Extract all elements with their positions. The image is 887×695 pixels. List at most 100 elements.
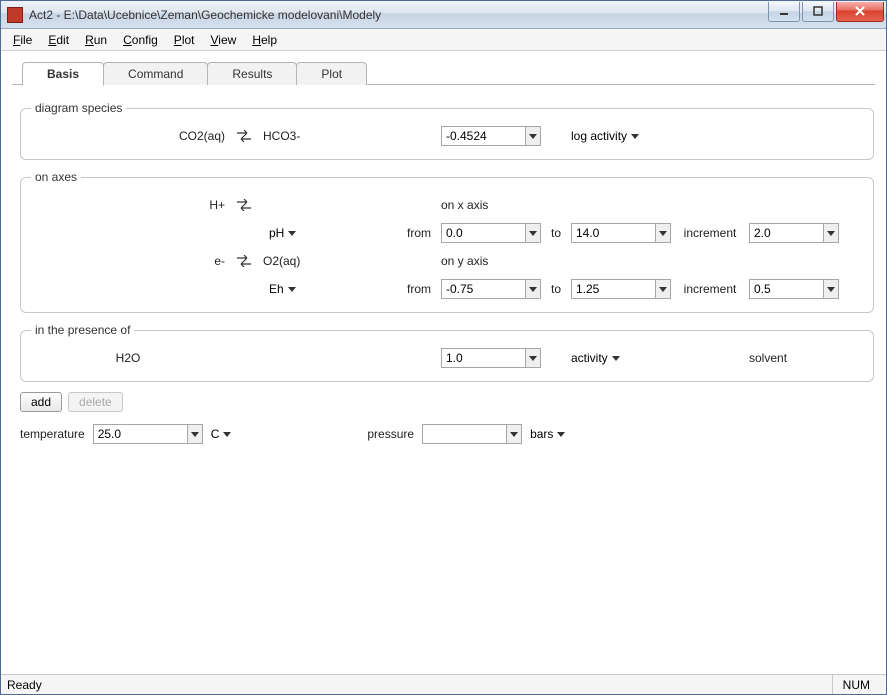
y-swap-to[interactable]: O2(aq) xyxy=(263,254,373,268)
x-inc-combo[interactable] xyxy=(749,223,839,243)
diagram-basis-label: log activity xyxy=(571,129,627,143)
chevron-down-icon xyxy=(612,356,620,361)
y-unit-label: Eh xyxy=(269,282,284,296)
legend-on-axes: on axes xyxy=(31,170,81,184)
tab-basis[interactable]: Basis xyxy=(22,62,104,86)
presence-basis-dropdown[interactable]: activity xyxy=(571,351,671,365)
close-button[interactable] xyxy=(836,2,884,22)
presence-basis-label: activity xyxy=(571,351,608,365)
y-axis-label: on y axis xyxy=(441,254,541,268)
window-controls xyxy=(768,2,884,22)
y-inc-combo[interactable] xyxy=(749,279,839,299)
y-unit-dropdown[interactable]: Eh xyxy=(263,282,373,296)
x-from-label: from xyxy=(377,226,437,240)
legend-diagram-species: diagram species xyxy=(31,101,126,115)
diagram-species-label[interactable]: CO2(aq) xyxy=(31,129,231,143)
diagram-swap-to[interactable]: HCO3- xyxy=(263,129,373,143)
diagram-value-input[interactable] xyxy=(441,126,525,146)
y-from-dropdown[interactable] xyxy=(525,279,541,299)
group-on-axes: on axes H+ on x axis pH from xyxy=(20,170,874,313)
y-inc-dropdown[interactable] xyxy=(823,279,839,299)
pressure-unit-label: bars xyxy=(530,427,553,441)
temp-pressure-row: temperature C pressure bars xyxy=(20,424,867,444)
y-from-combo[interactable] xyxy=(441,279,541,299)
x-to-label: to xyxy=(545,226,567,240)
temperature-combo[interactable] xyxy=(93,424,203,444)
tab-command[interactable]: Command xyxy=(103,62,208,85)
y-to-dropdown[interactable] xyxy=(655,279,671,299)
titlebar: Act2 - E:\Data\Ucebnice\Zeman\Geochemick… xyxy=(1,1,886,29)
y-species-label[interactable]: e- xyxy=(31,254,231,268)
pressure-dropdown[interactable] xyxy=(506,424,522,444)
temperature-unit-label: C xyxy=(211,427,220,441)
y-from-input[interactable] xyxy=(441,279,525,299)
x-inc-dropdown[interactable] xyxy=(823,223,839,243)
pressure-unit-dropdown[interactable]: bars xyxy=(530,427,565,441)
close-icon xyxy=(854,6,866,16)
basis-panel: diagram species CO2(aq) HCO3- log activi… xyxy=(2,85,885,454)
group-diagram-species: diagram species CO2(aq) HCO3- log activi… xyxy=(20,101,874,160)
y-axis-species-row: e- O2(aq) on y axis xyxy=(31,248,863,274)
minimize-button[interactable] xyxy=(768,2,800,22)
add-button[interactable]: add xyxy=(20,392,62,412)
presence-row: H2O activity solvent xyxy=(31,345,863,371)
y-inc-label: increment xyxy=(675,282,745,296)
menu-plot[interactable]: Plot xyxy=(166,31,203,49)
menu-config[interactable]: Config xyxy=(115,31,166,49)
menu-edit[interactable]: Edit xyxy=(40,31,77,49)
x-to-dropdown[interactable] xyxy=(655,223,671,243)
x-unit-dropdown[interactable]: pH xyxy=(263,226,373,240)
x-from-dropdown[interactable] xyxy=(525,223,541,243)
group-presence: in the presence of H2O activity solvent xyxy=(20,323,874,382)
diagram-value-dropdown[interactable] xyxy=(525,126,541,146)
y-to-input[interactable] xyxy=(571,279,655,299)
y-to-combo[interactable] xyxy=(571,279,671,299)
swap-icon[interactable] xyxy=(235,198,253,212)
y-to-label: to xyxy=(545,282,567,296)
presence-value-input[interactable] xyxy=(441,348,525,368)
maximize-icon xyxy=(813,6,823,16)
presence-value-combo[interactable] xyxy=(441,348,541,368)
tab-plot[interactable]: Plot xyxy=(296,62,367,85)
minimize-icon xyxy=(779,6,789,16)
presence-buttons: add delete xyxy=(20,392,867,412)
tab-row: Basis Command Results Plot xyxy=(2,52,885,85)
presence-species[interactable]: H2O xyxy=(31,351,231,365)
diagram-basis-dropdown[interactable]: log activity xyxy=(571,129,671,143)
x-species-label[interactable]: H+ xyxy=(31,198,231,212)
presence-value-dropdown[interactable] xyxy=(525,348,541,368)
x-from-input[interactable] xyxy=(441,223,525,243)
status-num: NUM xyxy=(832,675,880,694)
y-from-label: from xyxy=(377,282,437,296)
delete-button: delete xyxy=(68,392,123,412)
swap-icon[interactable] xyxy=(235,254,253,268)
pressure-combo[interactable] xyxy=(422,424,522,444)
temperature-dropdown[interactable] xyxy=(187,424,203,444)
swap-icon[interactable] xyxy=(235,129,253,143)
temperature-label: temperature xyxy=(20,427,85,441)
y-inc-input[interactable] xyxy=(749,279,823,299)
x-to-combo[interactable] xyxy=(571,223,671,243)
tab-results[interactable]: Results xyxy=(207,62,297,85)
maximize-button[interactable] xyxy=(802,2,834,22)
menubar: File Edit Run Config Plot View Help xyxy=(1,29,886,51)
client-area: Basis Command Results Plot diagram speci… xyxy=(1,51,886,674)
presence-role: solvent xyxy=(749,351,839,365)
x-from-combo[interactable] xyxy=(441,223,541,243)
pressure-input[interactable] xyxy=(422,424,506,444)
menu-view[interactable]: View xyxy=(203,31,245,49)
chevron-down-icon xyxy=(288,287,296,292)
chevron-down-icon xyxy=(288,231,296,236)
menu-run[interactable]: Run xyxy=(77,31,115,49)
x-unit-label: pH xyxy=(269,226,284,240)
temperature-unit-dropdown[interactable]: C xyxy=(211,427,232,441)
x-inc-input[interactable] xyxy=(749,223,823,243)
temperature-input[interactable] xyxy=(93,424,187,444)
menu-help[interactable]: Help xyxy=(244,31,285,49)
x-to-input[interactable] xyxy=(571,223,655,243)
chevron-down-icon xyxy=(557,432,565,437)
diagram-value-combo[interactable] xyxy=(441,126,541,146)
x-axis-label: on x axis xyxy=(441,198,541,212)
menu-file[interactable]: File xyxy=(5,31,40,49)
chevron-down-icon xyxy=(631,134,639,139)
